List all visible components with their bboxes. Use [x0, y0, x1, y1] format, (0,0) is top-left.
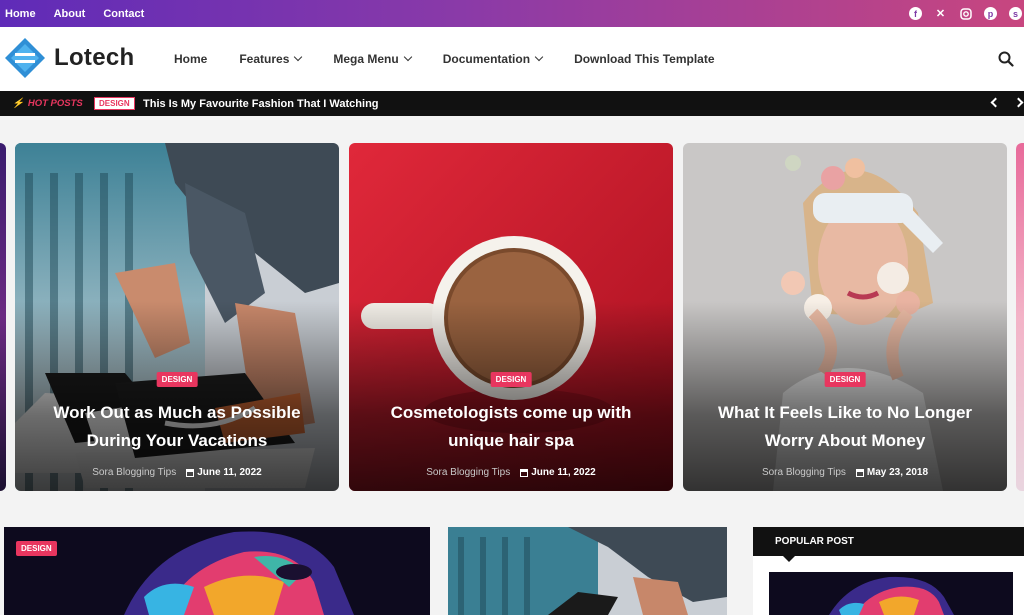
- ticker-category-badge[interactable]: DESIGN: [94, 97, 135, 110]
- card-3-date: May 23, 2018: [866, 467, 929, 478]
- card-2-date: June 11, 2022: [531, 467, 596, 478]
- lower-card-2-image: [448, 527, 727, 615]
- left-edge-card-sliver: [0, 143, 6, 491]
- popular-post-image: [769, 572, 1013, 615]
- featured-card-2[interactable]: DESIGN Cosmetologists come up with uniqu…: [349, 143, 673, 491]
- lower-card-1[interactable]: DESIGN: [4, 527, 430, 615]
- nav-mega-menu[interactable]: Mega Menu: [333, 52, 412, 66]
- instagram-icon[interactable]: [959, 7, 972, 20]
- lower-card-1-category-badge[interactable]: DESIGN: [16, 541, 57, 556]
- popular-post-heading: POPULAR POST: [753, 527, 1024, 562]
- card-2-author[interactable]: Sora Blogging Tips: [426, 467, 510, 478]
- nav-download-template[interactable]: Download This Template: [574, 52, 714, 66]
- popular-post-thumbnail[interactable]: [769, 572, 1013, 615]
- top-link-about[interactable]: About: [54, 8, 86, 20]
- nav-documentation[interactable]: Documentation: [442, 52, 544, 66]
- logo-text: Lotech: [54, 44, 135, 71]
- featured-card-1[interactable]: DESIGN Work Out as Much as Possible Duri…: [15, 143, 339, 491]
- card-2-title[interactable]: Cosmetologists come up with unique hair …: [369, 399, 653, 455]
- chevron-right-icon[interactable]: [1013, 97, 1024, 108]
- card-1-date: June 11, 2022: [197, 467, 262, 478]
- card-3-meta: Sora Blogging Tips May 23, 2018: [683, 467, 1007, 478]
- top-link-contact[interactable]: Contact: [103, 8, 144, 20]
- chevron-left-icon[interactable]: [990, 97, 1001, 108]
- calendar-icon: [520, 468, 529, 477]
- card-3-author[interactable]: Sora Blogging Tips: [762, 467, 846, 478]
- nav-features-label: Features: [239, 52, 290, 66]
- card-2-date-wrap: June 11, 2022: [520, 467, 596, 478]
- pinterest-icon[interactable]: p: [984, 7, 997, 20]
- logo[interactable]: Lotech: [4, 37, 134, 79]
- top-bar: Home About Contact f ✕ p s: [0, 0, 1024, 27]
- card-3-overlay: [683, 301, 1007, 491]
- popular-post-widget: POPULAR POST: [753, 527, 1024, 615]
- site-header: Lotech Home Features Mega Menu Documenta…: [0, 27, 1024, 91]
- lower-card-2[interactable]: [448, 527, 727, 615]
- nav-home[interactable]: Home: [174, 52, 207, 66]
- card-1-category-badge[interactable]: DESIGN: [156, 372, 198, 387]
- top-link-home[interactable]: Home: [5, 8, 36, 20]
- card-3-category-badge[interactable]: DESIGN: [824, 372, 866, 387]
- card-1-meta: Sora Blogging Tips June 11, 2022: [15, 467, 339, 478]
- lightning-icon: ⚡: [12, 98, 24, 109]
- main-nav: Home Features Mega Menu Documentation Do…: [174, 27, 715, 91]
- chevron-down-icon: [294, 52, 303, 62]
- nav-home-label: Home: [174, 52, 208, 66]
- nav-download-label: Download This Template: [574, 52, 715, 66]
- nav-documentation-label: Documentation: [442, 52, 531, 66]
- nav-features[interactable]: Features: [239, 52, 303, 66]
- card-1-author[interactable]: Sora Blogging Tips: [92, 467, 176, 478]
- card-1-date-wrap: June 11, 2022: [186, 467, 262, 478]
- skype-icon[interactable]: s: [1009, 7, 1022, 20]
- hot-posts-text: HOT POSTS: [27, 98, 83, 109]
- card-2-meta: Sora Blogging Tips June 11, 2022: [349, 467, 673, 478]
- card-2-category-badge[interactable]: DESIGN: [490, 372, 532, 387]
- chevron-down-icon: [403, 52, 412, 62]
- ticker-post-title[interactable]: This Is My Favourite Fashion That I Watc…: [143, 91, 379, 116]
- card-3-date-wrap: May 23, 2018: [855, 467, 929, 478]
- search-icon[interactable]: [998, 51, 1014, 67]
- featured-card-3[interactable]: DESIGN What It Feels Like to No Longer W…: [683, 143, 1007, 491]
- popular-post-heading-text: POPULAR POST: [775, 536, 854, 547]
- card-3-title[interactable]: What It Feels Like to No Longer Worry Ab…: [703, 399, 987, 455]
- calendar-icon: [855, 468, 864, 477]
- nav-mega-menu-label: Mega Menu: [333, 52, 399, 66]
- social-links: f ✕ p s: [909, 0, 1024, 27]
- hot-posts-label: ⚡ HOT POSTS: [12, 91, 83, 116]
- lower-card-1-image: [4, 527, 430, 615]
- card-2-overlay: [349, 301, 673, 491]
- hot-posts-ticker: ⚡ HOT POSTS DESIGN This Is My Favourite …: [0, 91, 1024, 116]
- right-edge-card-sliver: [1016, 143, 1024, 491]
- facebook-icon[interactable]: f: [909, 7, 922, 20]
- card-1-title[interactable]: Work Out as Much as Possible During Your…: [35, 399, 319, 455]
- x-icon[interactable]: ✕: [934, 7, 947, 20]
- top-links: Home About Contact: [5, 0, 144, 27]
- card-1-overlay: [15, 301, 339, 491]
- calendar-icon: [186, 468, 195, 477]
- logo-mark-icon: [4, 37, 46, 79]
- chevron-down-icon: [534, 52, 544, 62]
